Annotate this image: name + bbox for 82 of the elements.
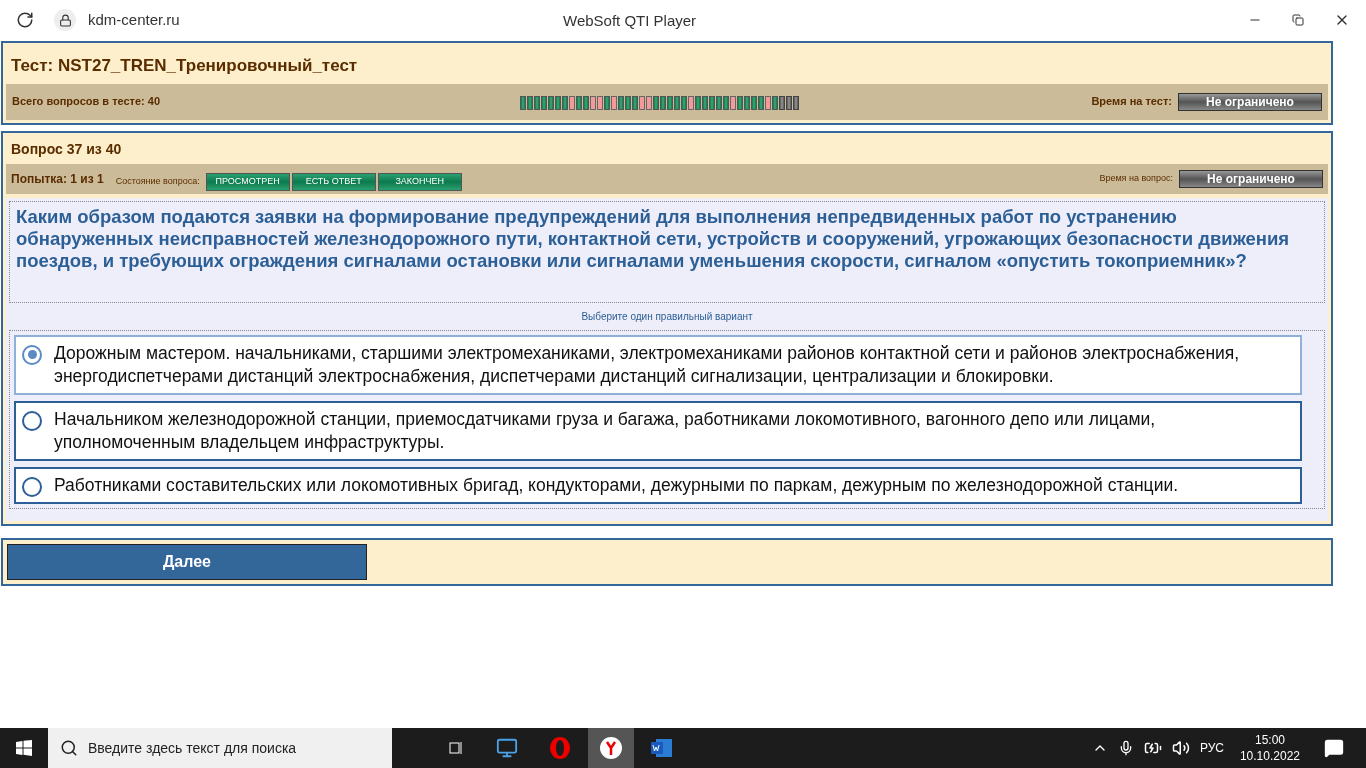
task-view-icon[interactable] <box>448 740 464 756</box>
progress-square[interactable] <box>737 95 743 110</box>
progress-square[interactable] <box>653 95 659 110</box>
progress-square[interactable] <box>562 95 568 110</box>
progress-square[interactable] <box>730 95 736 110</box>
progress-square[interactable] <box>681 95 687 110</box>
option-text: Начальником железнодорожной станции, приемосдатчиками груза и багажа, работниками локомотивного, вагонного депо или лицами, уполномоченным владельцем инфраструктуры. <box>54 407 1157 454</box>
progress-square[interactable] <box>765 95 771 110</box>
answer-option[interactable] <box>14 334 1302 395</box>
progress-square[interactable] <box>786 95 792 110</box>
progress-square[interactable] <box>688 95 694 110</box>
speaker-icon[interactable] <box>1171 739 1190 757</box>
progress-square[interactable] <box>527 95 533 110</box>
progress-square[interactable] <box>646 95 652 110</box>
lock-icon <box>58 13 72 27</box>
time-label: Время на тест: <box>1091 94 1172 110</box>
restore-icon[interactable] <box>1292 14 1304 26</box>
state-label: Состояние вопроса: <box>115 174 200 188</box>
test-title: Тест: NST27_TREN_Тренировочный_тест <box>10 55 359 77</box>
start-icon[interactable] <box>16 740 32 756</box>
radio-button[interactable] <box>22 410 42 431</box>
progress-square[interactable] <box>555 95 561 110</box>
language-indicator[interactable]: РУС <box>1199 739 1224 757</box>
total-questions: Всего вопросов в тесте: 40 <box>12 94 161 110</box>
progress-square[interactable] <box>695 95 701 110</box>
progress-square[interactable] <box>667 95 673 110</box>
search-icon <box>60 739 78 757</box>
time-value: Не ограничено <box>1178 92 1322 111</box>
radio-button[interactable] <box>22 344 42 365</box>
progress-square[interactable] <box>660 95 666 110</box>
clock-date[interactable]: 10.10.2022 <box>1239 748 1300 764</box>
progress-square[interactable] <box>709 95 715 110</box>
progress-square[interactable] <box>674 95 680 110</box>
progress-square[interactable] <box>604 95 610 110</box>
reload-icon[interactable] <box>16 11 34 29</box>
progress-square[interactable] <box>632 95 638 110</box>
answer-option[interactable]: Работниками составительских или локомотивных бригад, кондукторами, дежурными по паркам, дежурным по железнодорожной станции. <box>14 466 1302 504</box>
progress-square[interactable] <box>751 95 757 110</box>
browser-icon[interactable] <box>599 736 623 760</box>
progress-square[interactable] <box>744 95 750 110</box>
search-field[interactable]: Введите здесь текст для поиска <box>48 728 392 768</box>
attempt-text: Попытка: 1 из 1 <box>11 170 104 188</box>
progress-square[interactable] <box>716 95 722 110</box>
progress-square[interactable] <box>583 95 589 110</box>
progress-square[interactable] <box>520 95 526 110</box>
progress-square[interactable] <box>779 95 785 110</box>
next-button[interactable]: Далее <box>7 543 367 580</box>
progress-square[interactable] <box>548 95 554 110</box>
state-badge: ПРОСМОТРЕН <box>205 172 290 191</box>
answer-option[interactable]: Начальником железнодорожной станции, приемосдатчиками груза и багажа, работниками локомотивного, вагонного депо или лицами, уполномоченным владельцем инфраструктуры. <box>14 400 1302 461</box>
progress-square[interactable] <box>702 95 708 110</box>
clock-time[interactable]: 15:00 <box>1254 732 1285 748</box>
browser-icon[interactable] <box>548 736 572 760</box>
hint-text: Выберите один правильный вариант <box>580 309 754 324</box>
time-value: Не ограничено <box>1179 169 1323 188</box>
progress-square[interactable] <box>611 95 617 110</box>
question-header: Вопрос 37 из 40 <box>10 139 123 159</box>
progress-square[interactable] <box>590 95 596 110</box>
progress-square[interactable] <box>793 95 799 110</box>
document-icon[interactable] <box>650 736 674 760</box>
state-badge: ЕСТЬ ОТВЕТ <box>291 172 376 191</box>
option-text: Дорожным мастером. начальниками, старшими электромеханиками, электромеханиками районов контактной сети и районов электроснабжения, энергодиспетчерами дистанций электроснабжения, диспетчерами дистанций сигнализации, централизации и блокировки. <box>54 341 1241 388</box>
progress-square[interactable] <box>618 95 624 110</box>
progress-square[interactable] <box>597 95 603 110</box>
progress-square[interactable] <box>541 95 547 110</box>
progress-square[interactable] <box>758 95 764 110</box>
state-badge: ЗАКОНЧЕН <box>377 172 462 191</box>
page-title: WebSoft QTI Player <box>563 11 697 31</box>
computer-icon[interactable] <box>496 737 518 759</box>
progress-square[interactable] <box>639 95 645 110</box>
question-text: Каким образом подаются заявки на формирование предупреждений для выполнения непредвиденных работ по устранению обнаруженных неисправностей железнодорожного пути, контактной сети, устройств и сооружений, угрожающих безопасности движения поездов, и требующих ограждения сигналами остановки или сигналами уменьшения скорости, сигналом «опустить токоприемник»? <box>16 205 1291 272</box>
address-text[interactable]: kdm-center.ru <box>88 8 180 32</box>
option-text: Работниками составительских или локомотивных бригад, кондукторами, дежурными по паркам, дежурным по железнодорожной станции. <box>54 473 1179 497</box>
progress-square[interactable] <box>576 95 582 110</box>
progress-square[interactable] <box>625 95 631 110</box>
progress-square[interactable] <box>534 95 540 110</box>
time-label: Время на вопрос: <box>1099 171 1173 185</box>
radio-button[interactable] <box>22 476 42 497</box>
notifications-icon[interactable] <box>1324 738 1344 758</box>
progress-square[interactable] <box>723 95 729 110</box>
progress-square[interactable] <box>772 95 778 110</box>
progress-square[interactable] <box>569 95 575 110</box>
